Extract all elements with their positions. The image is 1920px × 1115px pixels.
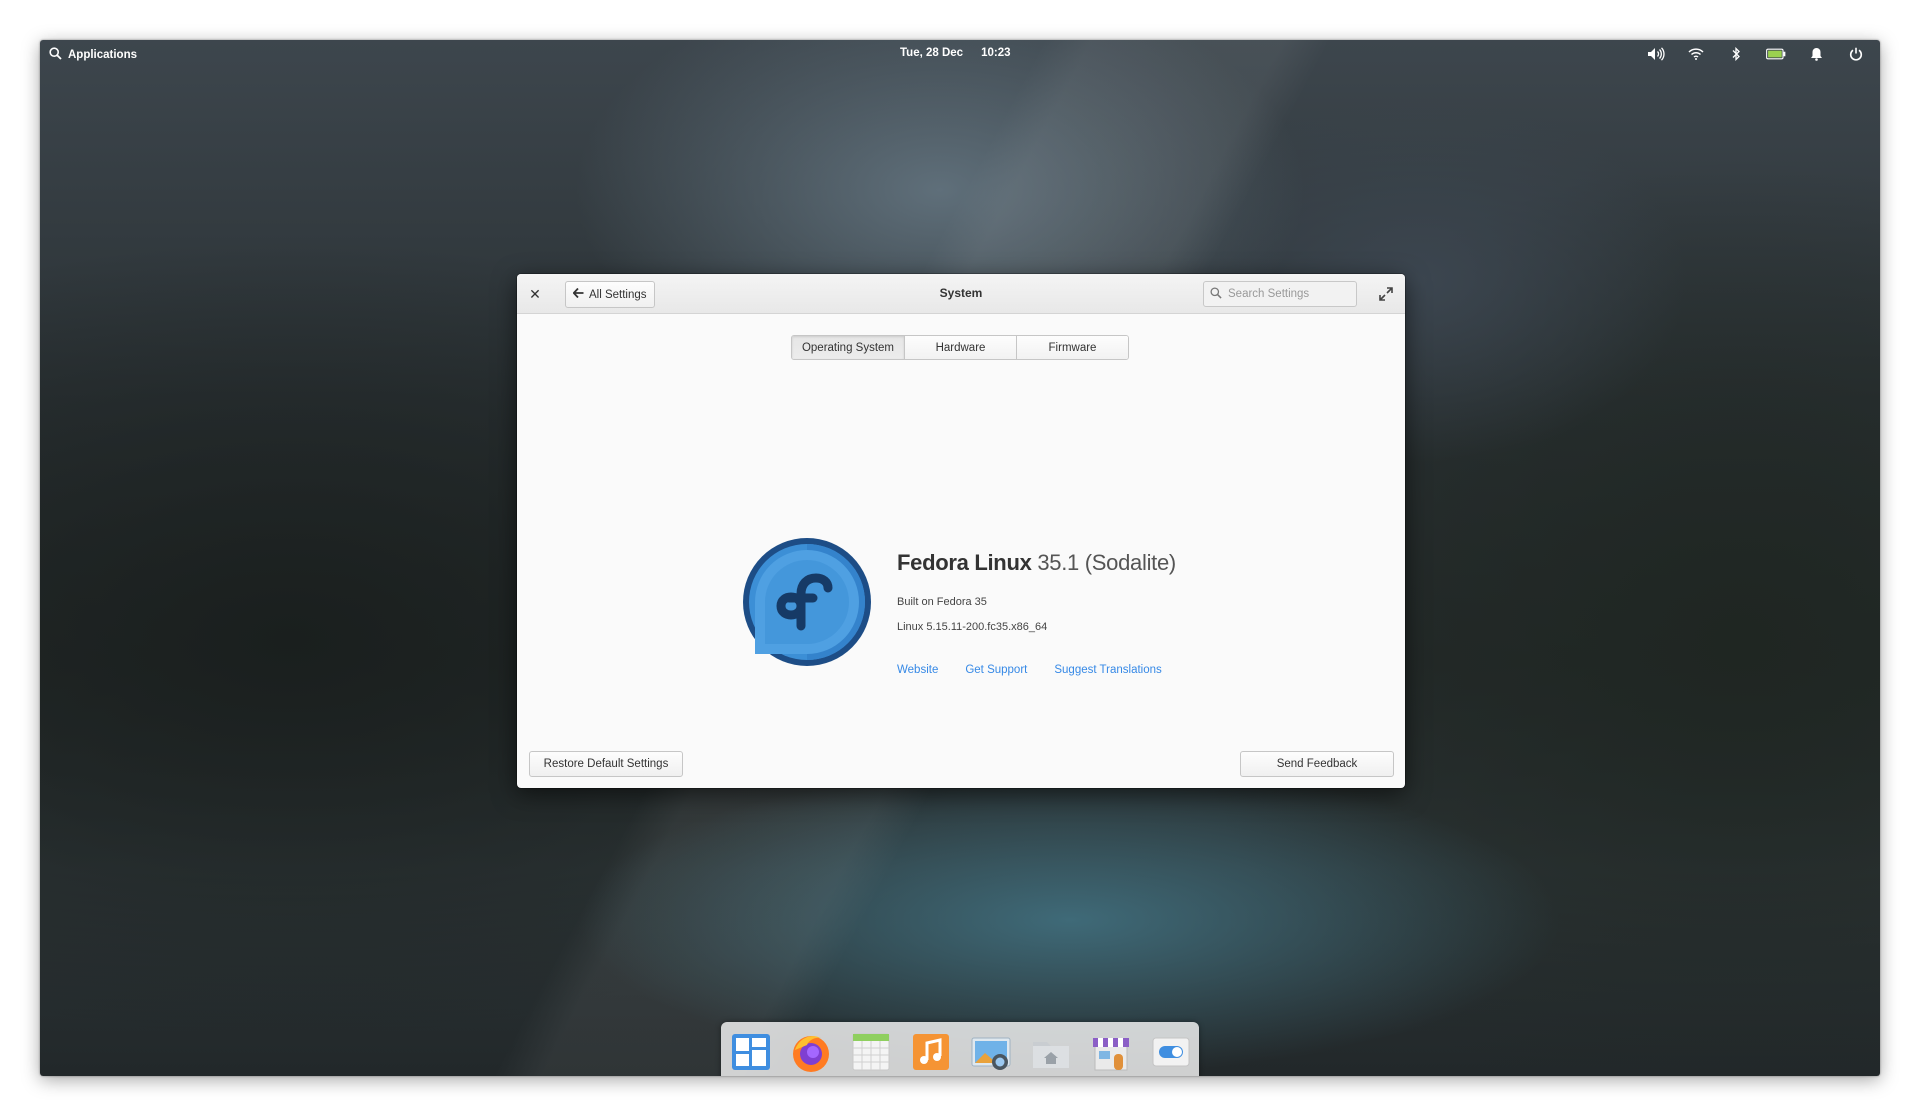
tab-hardware[interactable]: Hardware bbox=[904, 336, 1016, 359]
power-icon[interactable] bbox=[1846, 45, 1866, 63]
music-icon[interactable] bbox=[909, 1030, 953, 1074]
multitasking-view-icon[interactable] bbox=[729, 1030, 773, 1074]
titlebar: ✕ All Settings System Search Settings bbox=[517, 274, 1405, 314]
wifi-icon[interactable] bbox=[1686, 45, 1706, 63]
search-input[interactable]: Search Settings bbox=[1203, 281, 1357, 307]
os-links: Website Get Support Suggest Translations bbox=[897, 664, 1162, 676]
os-title: Fedora Linux 35.1 (Sodalite) bbox=[897, 550, 1176, 576]
kernel-version-label: Linux 5.15.11-200.fc35.x86_64 bbox=[897, 621, 1048, 633]
built-on-label: Built on Fedora 35 bbox=[897, 596, 987, 608]
suggest-translations-link[interactable]: Suggest Translations bbox=[1054, 664, 1161, 676]
fedora-logo bbox=[741, 536, 873, 668]
os-version: 35.1 (Sodalite) bbox=[1037, 550, 1176, 575]
maximize-icon[interactable] bbox=[1377, 285, 1395, 303]
system-settings-window: ✕ All Settings System Search Settings Op… bbox=[517, 274, 1405, 788]
os-name: Fedora Linux bbox=[897, 550, 1032, 575]
applications-menu[interactable]: Applications bbox=[49, 47, 137, 63]
datetime-indicator[interactable]: Tue, 28 Dec 10:23 bbox=[900, 47, 1011, 59]
os-info: Fedora Linux 35.1 (Sodalite) Built on Fe… bbox=[897, 550, 1176, 676]
indicator-area bbox=[1646, 45, 1866, 63]
get-support-link[interactable]: Get Support bbox=[965, 664, 1027, 676]
send-feedback-button[interactable]: Send Feedback bbox=[1240, 751, 1394, 777]
search-placeholder: Search Settings bbox=[1228, 288, 1310, 300]
settings-icon[interactable] bbox=[1149, 1030, 1193, 1074]
battery-icon[interactable] bbox=[1766, 45, 1786, 63]
firefox-icon[interactable] bbox=[789, 1030, 833, 1074]
photos-icon[interactable] bbox=[969, 1030, 1013, 1074]
search-icon bbox=[49, 47, 62, 63]
search-icon bbox=[1210, 286, 1222, 302]
bluetooth-icon[interactable] bbox=[1726, 45, 1746, 63]
notifications-icon[interactable] bbox=[1806, 45, 1826, 63]
volume-icon[interactable] bbox=[1646, 45, 1666, 63]
restore-default-settings-button[interactable]: Restore Default Settings bbox=[529, 751, 683, 777]
appcenter-icon[interactable] bbox=[1089, 1030, 1133, 1074]
top-panel: Applications Tue, 28 Dec 10:23 bbox=[40, 40, 1880, 68]
desktop: Applications Tue, 28 Dec 10:23 ✕ All Set… bbox=[40, 40, 1880, 1076]
time-label: 10:23 bbox=[981, 47, 1011, 59]
website-link[interactable]: Website bbox=[897, 664, 938, 676]
dock bbox=[721, 1022, 1199, 1076]
applications-label: Applications bbox=[68, 49, 138, 61]
tab-operating-system[interactable]: Operating System bbox=[792, 336, 904, 359]
files-icon[interactable] bbox=[1029, 1030, 1073, 1074]
view-switcher: Operating System Hardware Firmware bbox=[791, 335, 1129, 360]
tab-firmware[interactable]: Firmware bbox=[1016, 336, 1128, 359]
calendar-icon[interactable] bbox=[849, 1030, 893, 1074]
date-label: Tue, 28 Dec bbox=[900, 47, 964, 59]
